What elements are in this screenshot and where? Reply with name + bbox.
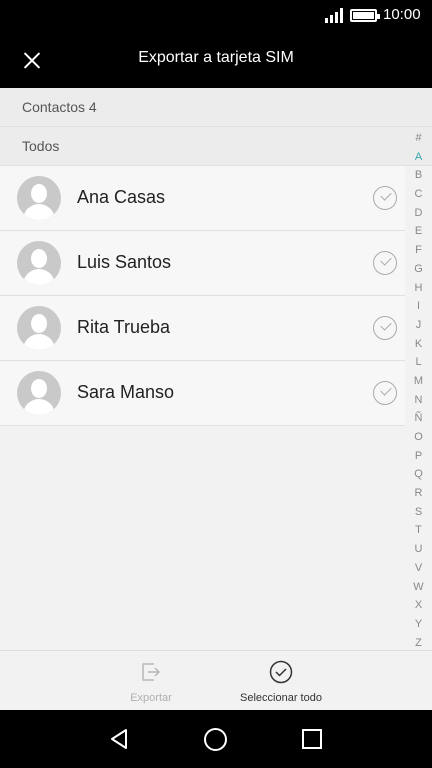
alphabet-letter[interactable]: K [405, 335, 432, 354]
contact-row[interactable]: Rita Trueba [0, 296, 405, 361]
status-time: 10:00 [383, 6, 421, 23]
home-icon[interactable] [204, 728, 227, 751]
alphabet-letter[interactable]: # [405, 129, 432, 148]
signal-icon [325, 8, 345, 23]
alphabet-letter[interactable]: S [405, 503, 432, 522]
contact-list: Ana Casas Luis Santos Rita Trueba Sara M… [0, 166, 405, 426]
alphabet-letter[interactable]: A [405, 148, 432, 167]
alphabet-letter[interactable]: I [405, 297, 432, 316]
select-all-button[interactable]: Seleccionar todo [211, 651, 351, 711]
alphabet-letter[interactable]: D [405, 204, 432, 223]
contact-name: Luis Santos [77, 252, 172, 272]
group-header[interactable]: Todos [0, 127, 432, 166]
screen: 10:00 Exportar a tarjeta SIM Contactos 4… [0, 0, 432, 768]
alphabet-letter[interactable]: N [405, 391, 432, 410]
navigation-bar [0, 710, 432, 768]
check-circle-icon[interactable] [373, 186, 397, 210]
contact-row[interactable]: Luis Santos [0, 231, 405, 296]
check-circle-icon[interactable] [373, 316, 397, 340]
contact-name: Sara Manso [77, 382, 175, 402]
alphabet-letter[interactable]: H [405, 279, 432, 298]
alphabet-letter[interactable]: Ñ [405, 409, 432, 428]
alphabet-letter[interactable]: W [405, 578, 432, 597]
contact-row[interactable]: Ana Casas [0, 166, 405, 231]
contact-row[interactable]: Sara Manso [0, 361, 405, 426]
check-circle-icon[interactable] [373, 251, 397, 275]
export-label: Exportar [130, 692, 172, 704]
alphabet-letter[interactable]: Y [405, 615, 432, 634]
alphabet-letter[interactable]: V [405, 559, 432, 578]
alphabet-letter[interactable]: C [405, 185, 432, 204]
alphabet-letter[interactable]: M [405, 372, 432, 391]
avatar [17, 371, 61, 415]
contacts-count-header: Contactos 4 [0, 88, 432, 127]
avatar [17, 241, 61, 285]
back-icon[interactable] [108, 727, 132, 751]
alphabet-letter[interactable]: F [405, 241, 432, 260]
page-title: Exportar a tarjeta SIM [138, 49, 294, 66]
contact-name: Ana Casas [77, 187, 166, 207]
export-button[interactable]: Exportar [81, 651, 221, 711]
alphabet-letter[interactable]: P [405, 447, 432, 466]
alphabet-letter[interactable]: E [405, 222, 432, 241]
alphabet-letter[interactable]: O [405, 428, 432, 447]
alphabet-letter[interactable]: X [405, 596, 432, 615]
alphabet-letter[interactable]: R [405, 484, 432, 503]
check-circle-icon [269, 660, 293, 684]
alphabet-letter[interactable]: T [405, 521, 432, 540]
status-bar: 10:00 [0, 0, 432, 32]
alphabet-index[interactable]: # A B C D E F G H I J K L M N Ñ O P Q R S T U V W X Y Z [405, 129, 432, 652]
battery-icon [350, 9, 380, 22]
avatar [17, 306, 61, 350]
select-all-label: Seleccionar todo [240, 692, 322, 704]
contact-name: Rita Trueba [77, 317, 171, 337]
alphabet-letter[interactable]: G [405, 260, 432, 279]
avatar [17, 176, 61, 220]
bottom-action-bar: Exportar Seleccionar todo [0, 650, 432, 710]
alphabet-letter[interactable]: L [405, 353, 432, 372]
alphabet-letter[interactable]: U [405, 540, 432, 559]
check-circle-icon[interactable] [373, 381, 397, 405]
export-icon [142, 663, 161, 681]
toolbar: Exportar a tarjeta SIM [0, 32, 432, 88]
alphabet-letter[interactable]: B [405, 166, 432, 185]
alphabet-letter[interactable]: J [405, 316, 432, 335]
recent-apps-icon[interactable] [302, 729, 322, 749]
alphabet-letter[interactable]: Q [405, 465, 432, 484]
